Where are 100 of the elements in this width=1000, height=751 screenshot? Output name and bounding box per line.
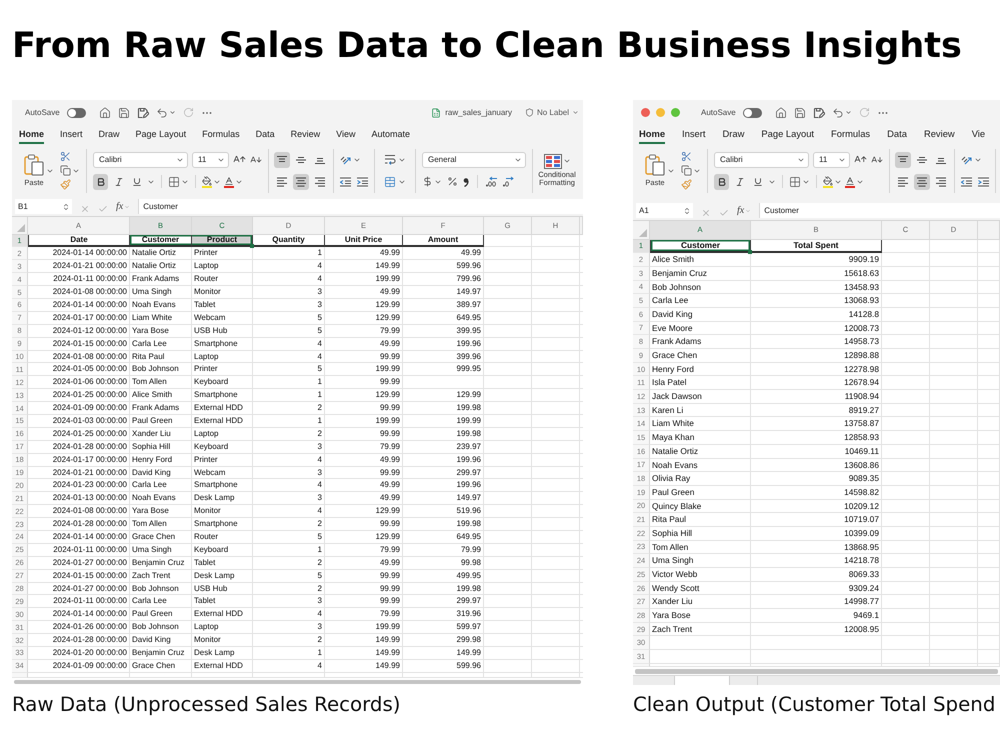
sheet-cell[interactable]: 149.99 (325, 647, 403, 660)
font-size-dropdown[interactable]: 11 (192, 152, 229, 168)
sheet-cell[interactable]: 149.99 (325, 660, 403, 673)
sheet-cell[interactable]: 10469.11 (751, 444, 882, 458)
sheet-cell[interactable]: External HDD (192, 402, 253, 415)
save-icon[interactable] (118, 106, 130, 118)
fill-color-icon[interactable] (823, 176, 833, 188)
ribbon-tab[interactable]: Insert (682, 125, 706, 144)
sheet-cell[interactable]: Laptop (192, 350, 253, 364)
sheet-cell[interactable]: 649.95 (403, 312, 484, 325)
sheet-cell[interactable]: 129.99 (403, 389, 484, 402)
sheet-cell[interactable]: 12678.94 (751, 376, 882, 390)
sheet-cell[interactable]: 5 (253, 312, 325, 325)
sheet-cell[interactable]: Printer (192, 247, 253, 260)
sheet-cell[interactable]: Keyboard (192, 440, 253, 454)
sheet-cell[interactable]: 149.99 (325, 634, 403, 647)
sheet-cell[interactable]: Yara Bose (130, 505, 192, 518)
ribbon-tab[interactable]: Insert (60, 125, 83, 144)
sheet-cell[interactable]: 4 (253, 454, 325, 467)
sheet-cell[interactable]: 1 (253, 647, 325, 660)
sheet-cell[interactable]: 5 (253, 530, 325, 544)
home-icon[interactable] (98, 106, 111, 118)
sheet-cell[interactable]: 2024-01-14 00:00:00 (28, 298, 130, 312)
autosave-toggle[interactable] (742, 108, 762, 118)
sheet-cell[interactable]: 3 (253, 440, 325, 454)
sheet-cell[interactable]: 1 (253, 414, 325, 428)
sheet-cell[interactable]: David King (130, 634, 192, 647)
sheet-cell[interactable]: 2024-01-14 00:00:00 (28, 608, 130, 622)
ribbon-tab[interactable]: Review (924, 125, 955, 144)
sheet-cell[interactable]: 4 (253, 505, 325, 518)
sheet-cell[interactable]: Smartphone (192, 518, 253, 531)
sheet-cell[interactable]: Henry Ford (650, 362, 751, 376)
sheet-cell[interactable]: 49.99 (325, 338, 403, 351)
sheet-cell[interactable]: Benjamin Cruz (650, 266, 751, 281)
row-header[interactable] (12, 672, 28, 678)
sheet-cell[interactable]: 129.99 (325, 389, 403, 402)
sheet-cell[interactable]: Router (192, 273, 253, 286)
sheet-cell[interactable]: Monitor (192, 505, 253, 518)
sheet-cell[interactable]: Sophia Hill (130, 440, 192, 454)
sheet-cell[interactable]: Noah Evans (130, 298, 192, 312)
sheet-cell[interactable]: 99.99 (325, 350, 403, 364)
sheet-cell[interactable]: Keyboard (192, 544, 253, 557)
indent-decrease-icon[interactable] (340, 176, 351, 186)
sheet-cell[interactable]: Uma Singh (130, 544, 192, 557)
indent-increase-icon[interactable] (978, 176, 989, 186)
sheet-cell[interactable]: Bob Johnson (650, 280, 751, 294)
sheet-cell[interactable]: Olivia Ray (650, 472, 751, 486)
sheet-cell[interactable]: Grace Chen (130, 530, 192, 544)
sheet-cell[interactable]: 49.99 (325, 556, 403, 570)
chevron-down-icon[interactable] (168, 109, 176, 116)
name-box[interactable]: B1 (15, 199, 72, 214)
save-icon[interactable] (794, 106, 806, 118)
sheet-cell[interactable]: 319.96 (403, 608, 484, 622)
cancel-icon[interactable] (80, 204, 90, 214)
close-dot-icon[interactable] (641, 108, 650, 117)
sheet-cell[interactable]: Desk Lamp (192, 492, 253, 506)
sheet-cell[interactable]: 2024-01-26 00:00:00 (28, 621, 130, 634)
sheet-cell[interactable]: Smartphone (192, 338, 253, 351)
sheet-cell[interactable]: 519.96 (403, 505, 484, 518)
sheet-cell[interactable]: 2024-01-08 00:00:00 (28, 286, 130, 299)
ribbon-tab[interactable]: Formulas (202, 125, 240, 144)
sheet-cell[interactable]: 199.96 (403, 479, 484, 492)
fill-handle-icon[interactable] (748, 250, 752, 254)
sheet-cell[interactable]: 2 (253, 402, 325, 415)
align-top-button[interactable] (895, 152, 911, 168)
sheet-cell[interactable]: David King (130, 466, 192, 480)
sheet-cell[interactable]: Alice Smith (650, 253, 751, 267)
sheet-cell[interactable]: 149.99 (325, 260, 403, 274)
floppy-pencil-icon[interactable] (136, 106, 149, 118)
sheet-cell[interactable]: Bob Johnson (130, 363, 192, 376)
ribbon-tab[interactable]: Review (290, 125, 320, 144)
sheet-cell[interactable]: Wendy Scott (650, 582, 751, 596)
header-cell[interactable]: Unit Price (325, 234, 403, 248)
scissors-icon[interactable] (681, 151, 692, 162)
sheet-cell[interactable]: 8919.27 (751, 404, 882, 418)
sheet-cell[interactable]: 4 (253, 338, 325, 351)
sheet-cell[interactable]: 2024-01-05 00:00:00 (28, 363, 130, 376)
sheet-cell[interactable]: 4 (253, 273, 325, 286)
sheet-cell[interactable]: Printer (192, 454, 253, 467)
sheet-cell[interactable]: Paul Green (130, 608, 192, 622)
redo-icon[interactable] (182, 107, 194, 118)
sheet-cell[interactable]: 199.99 (325, 621, 403, 634)
sheet-cell[interactable]: 13758.87 (751, 417, 882, 432)
sheet-cell[interactable]: Grace Chen (130, 660, 192, 673)
sheet-cell[interactable]: 13458.93 (751, 280, 882, 294)
font-color-icon[interactable] (224, 176, 234, 188)
home-icon[interactable] (774, 106, 787, 118)
sheet-cell[interactable]: Rita Paul (130, 350, 192, 364)
sheet-cell[interactable]: 2024-01-25 00:00:00 (28, 428, 130, 441)
sheet-cell[interactable]: 2024-01-03 00:00:00 (28, 414, 130, 428)
sheet-cell[interactable]: 2024-01-06 00:00:00 (28, 376, 130, 390)
sheet-cell[interactable]: Tom Allen (130, 376, 192, 390)
comma-style-icon[interactable] (463, 176, 469, 186)
floppy-pencil-icon[interactable] (812, 106, 825, 118)
sheet-cell[interactable]: 13068.93 (751, 294, 882, 308)
sheet-cell[interactable]: 2024-01-09 00:00:00 (28, 660, 130, 673)
sheet-cell[interactable]: Monitor (192, 286, 253, 299)
decrease-font-size-icon[interactable] (250, 154, 262, 166)
sheet-cell[interactable]: 49.99 (325, 286, 403, 299)
column-header[interactable] (978, 221, 1000, 240)
